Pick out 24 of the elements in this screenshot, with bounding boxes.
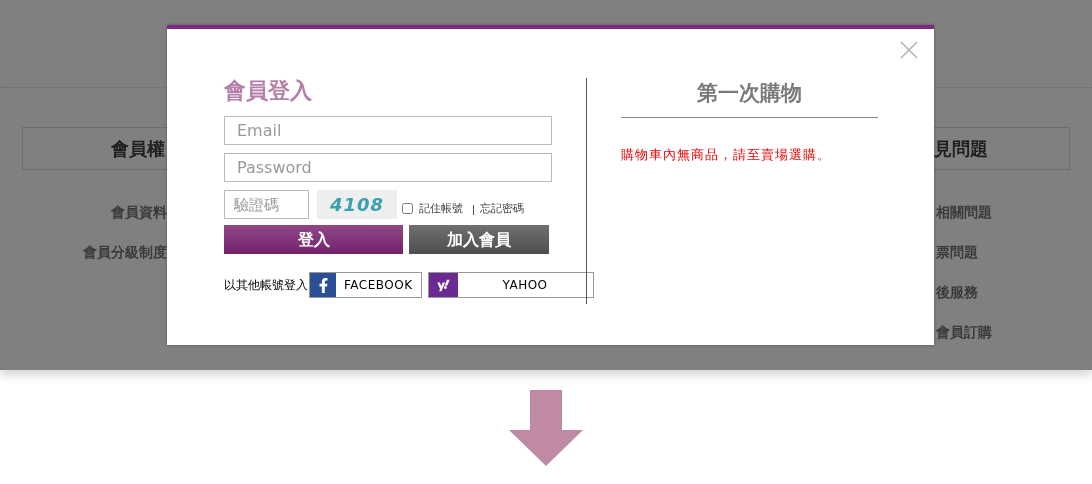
captcha-field[interactable]: 驗證碼 [224,190,309,219]
login-button[interactable]: 登入 [224,225,403,254]
remember-label: 記住帳號 [419,200,463,217]
remember-checkbox[interactable] [402,203,413,215]
menu-link[interactable]: 相關問題 [936,201,1092,223]
menu-link[interactable]: 會員資料 [111,201,167,223]
password-field[interactable]: Password [224,153,552,182]
join-member-button[interactable]: 加入會員 [409,225,549,254]
captcha-image: 4108 [317,190,397,219]
menu-link[interactable]: 會員訂購 [936,321,1092,343]
menu-link[interactable]: 票問題 [936,241,1092,263]
social-login-label: 以其他帳號登入 [224,277,308,294]
down-arrow-icon [509,390,583,466]
login-title: 會員登入 [224,78,313,104]
email-field[interactable]: Email [224,116,552,145]
social-login-button[interactable]: YAHOO [427,272,594,298]
social-login-button[interactable]: FACEBOOK [309,272,422,298]
menu-link[interactable]: 後服務 [936,281,1092,303]
yahoo-icon [428,273,458,297]
menu-link[interactable]: 會員分級制度 [83,241,167,263]
empty-cart-message: 購物車內無商品，請至賣場選購。 [621,146,832,164]
forgot-password-link[interactable]: 忘記密碼 [480,200,524,217]
first-purchase-title: 第一次購物 [621,78,878,118]
facebook-icon [310,273,336,297]
